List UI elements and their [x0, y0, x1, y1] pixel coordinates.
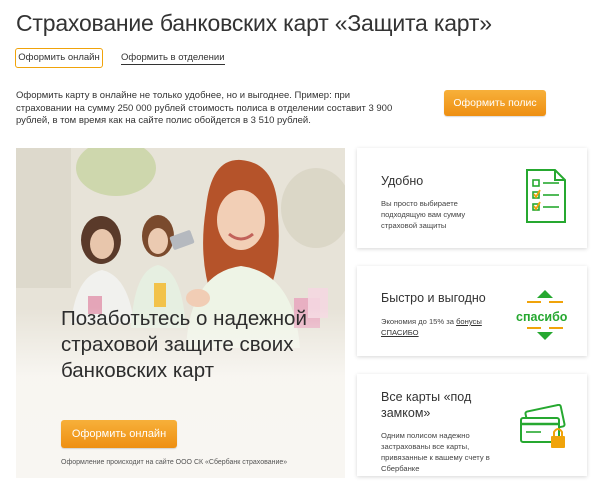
hero-banner: Позаботьтесь о надежной страховой защите… — [16, 148, 345, 478]
hero-title: Позаботьтесь о надежной страховой защите… — [61, 307, 307, 382]
intro-text: Оформить карту в онлайне не только удобн… — [16, 90, 393, 126]
issue-policy-button[interactable]: Оформить полис — [444, 90, 546, 116]
card-text: Одним полисом надежно застрахованы все к… — [381, 431, 490, 473]
card-text: Вы просто выбираете подходящую вам сумму… — [381, 199, 466, 230]
apply-online-button[interactable]: Оформить онлайн — [61, 420, 177, 448]
card-title: Удобно — [381, 174, 424, 188]
feature-card-fast: Быстро и выгодно Экономия до 15% за бону… — [357, 266, 587, 356]
card-title: Быстро и выгодно — [381, 291, 486, 305]
locked-cards-icon — [520, 404, 566, 448]
card-title: Все карты «под замком» — [381, 390, 472, 420]
tab-online[interactable]: Оформить онлайн — [15, 48, 103, 68]
feature-card-convenient: Удобно Вы просто выбираете подходящую ва… — [357, 148, 587, 248]
spasibo-icon: спасибо — [516, 310, 568, 324]
checklist-icon — [526, 169, 566, 223]
page-title: Страхование банковских карт «Защита карт… — [16, 10, 492, 36]
tab-branch[interactable]: Оформить в отделении — [121, 52, 225, 65]
card-text-prefix: Экономия до 15% за — [381, 317, 457, 326]
card-text: Экономия до 15% за бонусы СПАСИБО — [381, 316, 506, 338]
feature-card-locked: Все карты «под замком» Одним полисом над… — [357, 374, 587, 476]
hero-note: Оформление происходит на сайте ООО СК «С… — [61, 459, 288, 466]
